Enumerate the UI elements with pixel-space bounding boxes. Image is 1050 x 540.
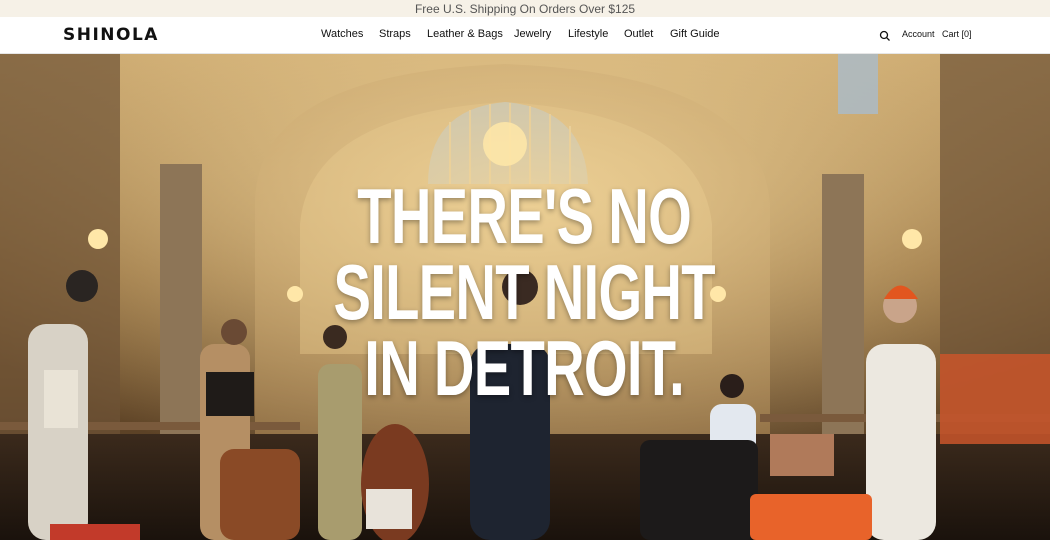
account-link[interactable]: Account <box>902 29 935 39</box>
hero-headline-line-1: THERE'S NO <box>357 172 692 260</box>
cart-count: [0] <box>961 29 972 39</box>
hero-headline-line-3: IN DETROIT. <box>364 324 684 412</box>
hero-headline-line-2: SILENT NIGHT <box>333 248 715 336</box>
site-header: SHINOLA Watches Straps Leather & Bags Je… <box>0 17 1050 54</box>
header-utilities: Account Cart [0] <box>0 17 1050 54</box>
promo-text: Free U.S. Shipping On Orders Over $125 <box>414 1 636 16</box>
hero-headline: THERE'S NO SILENT NIGHT IN DETROIT. <box>146 172 902 412</box>
cart-label: Cart <box>942 29 960 39</box>
search-icon[interactable] <box>879 29 891 41</box>
hero-banner[interactable]: THERE'S NO SILENT NIGHT IN DETROIT. <box>0 54 1050 540</box>
promo-bar: Free U.S. Shipping On Orders Over $125 <box>0 0 1050 17</box>
cart-link[interactable]: Cart [0] <box>942 29 972 39</box>
